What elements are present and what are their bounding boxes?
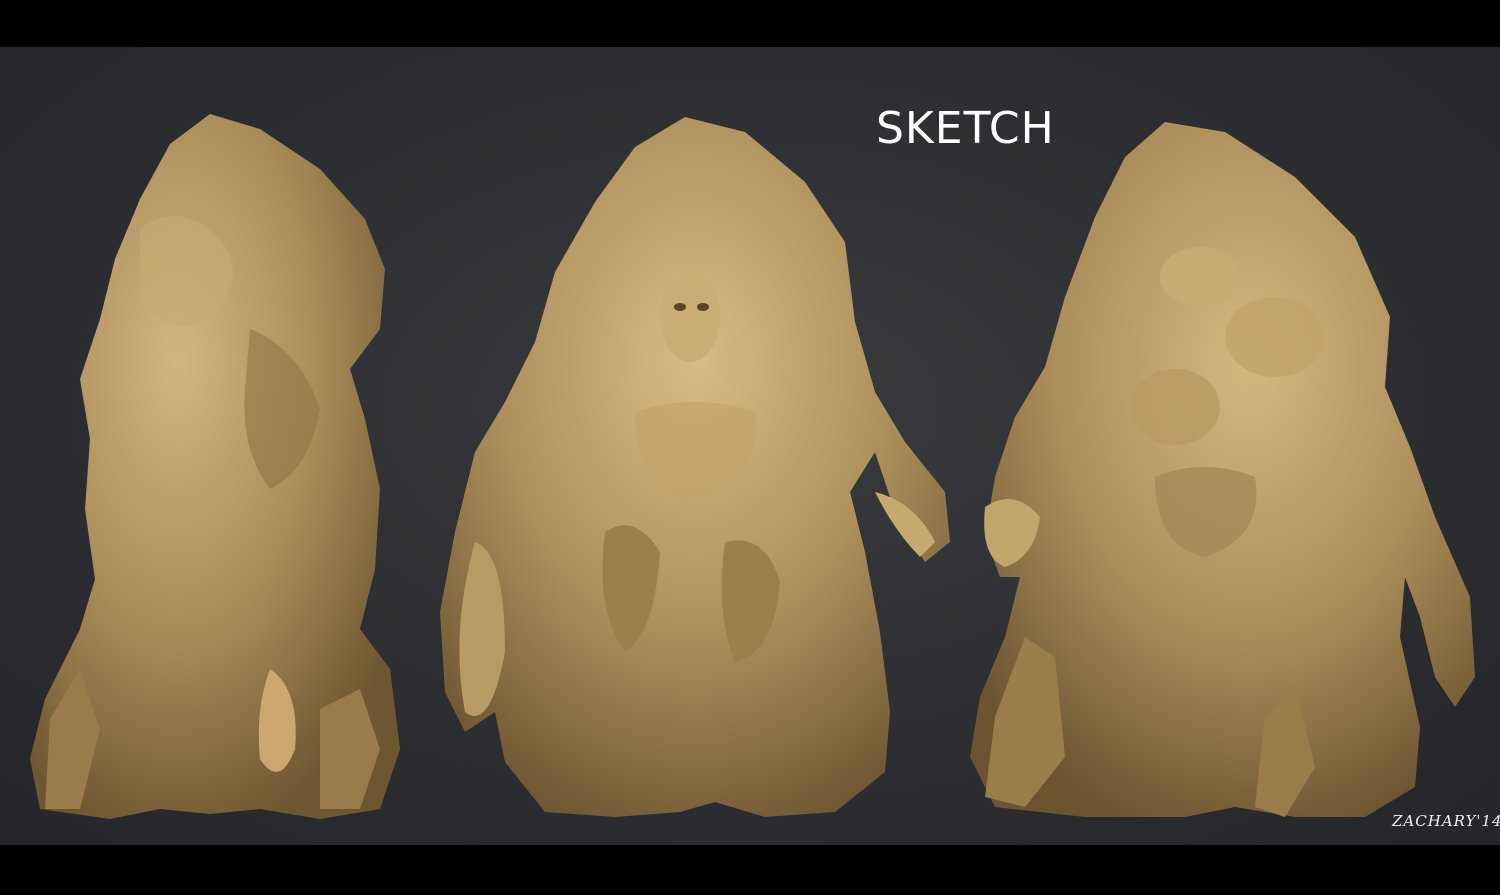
artist-signature: ZACHARY'14 — [1392, 812, 1500, 830]
render-canvas: SKETCH ZACHARY'14 — [0, 47, 1500, 845]
rock-golem-back-view — [965, 117, 1485, 827]
image-frame: SKETCH ZACHARY'14 — [0, 0, 1500, 895]
rock-golem-front-view — [435, 112, 955, 832]
rock-golem-side-view — [20, 109, 410, 829]
